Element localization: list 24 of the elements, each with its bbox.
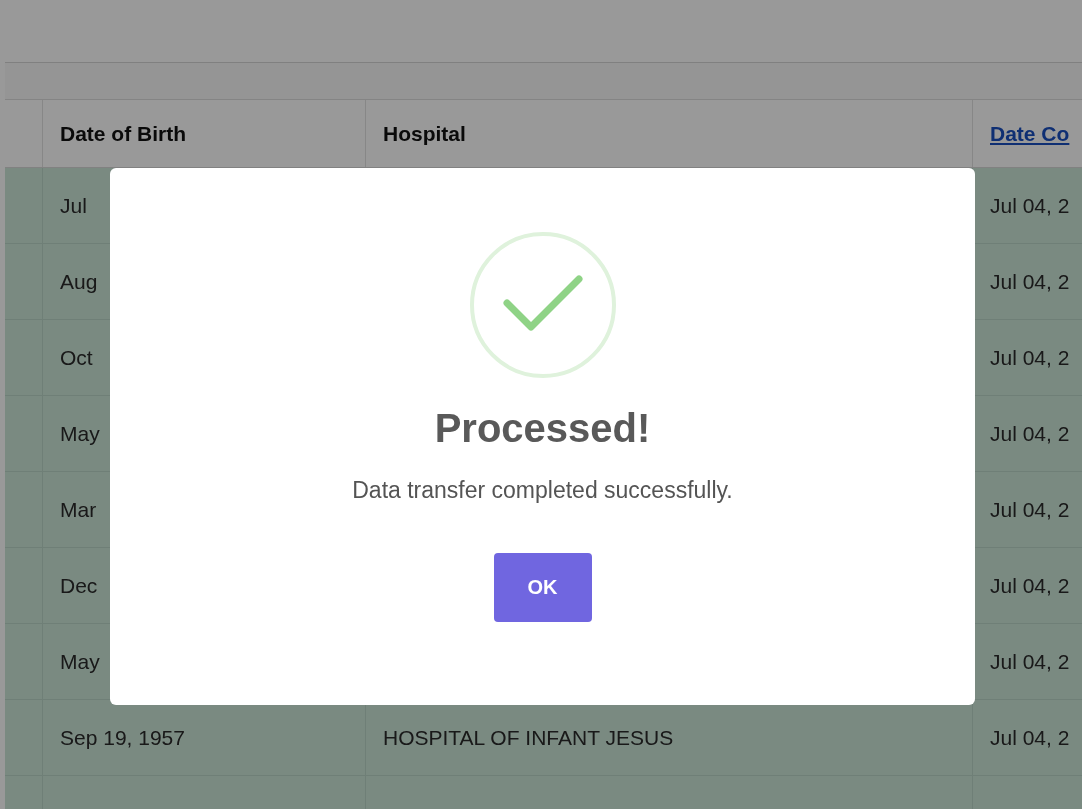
table-cell-text: May — [60, 648, 100, 675]
column-header: Hospital — [383, 120, 466, 147]
table-cell-text: Jul 04, 2 — [990, 572, 1070, 599]
table-cell-text: Aug — [60, 268, 98, 295]
table-cell-text: Jul 04, 2 — [990, 724, 1070, 751]
ok-button[interactable]: OK — [493, 552, 592, 622]
table-cell-text: HOSPITAL OF INFANT JESUS — [383, 724, 674, 751]
table-cell-text: Dec — [60, 572, 98, 599]
table-cell-text: Jul — [60, 192, 87, 219]
column-header-link[interactable]: Date Co — [990, 117, 1070, 150]
dialog-message: Data transfer completed successfully. — [352, 476, 733, 505]
success-check-icon — [468, 231, 617, 379]
table-cell-text: May — [60, 420, 100, 447]
table-cell-text: Jul 04, 2 — [990, 496, 1070, 523]
table-cell-text: Jul 04, 2 — [990, 344, 1070, 371]
table-cell-text: Jul 04, 2 — [990, 268, 1070, 295]
table-cell-text: Oct — [60, 344, 93, 371]
table-cell-text: Mar — [60, 496, 97, 523]
table-cell-text: Jul 04, 2 — [990, 192, 1070, 219]
table-cell-text: Jul 04, 2 — [990, 648, 1070, 675]
column-header: Date of Birth — [60, 120, 186, 147]
table-cell-text: Jul 04, 2 — [990, 420, 1070, 447]
dialog-title: Processed! — [434, 405, 651, 452]
table-cell-text: Sep 19, 1957 — [60, 724, 185, 751]
